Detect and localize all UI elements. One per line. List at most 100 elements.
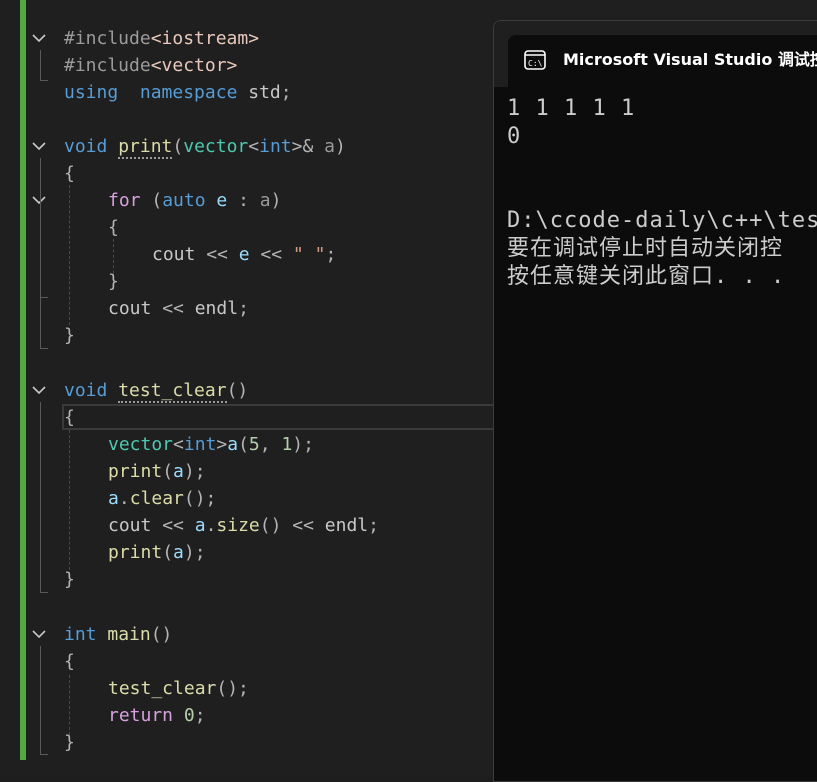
fold-chevron-icon[interactable]: [32, 377, 48, 404]
code-token: :: [227, 190, 260, 211]
code-token: () <<: [259, 515, 325, 536]
code-token: test_clear: [118, 380, 227, 403]
code-token: ;: [368, 515, 379, 536]
code-line-return[interactable]: return 0;: [108, 702, 206, 729]
code-token: <<: [151, 515, 195, 536]
indent-guide: [69, 185, 70, 325]
fold-guide: [40, 50, 41, 80]
change-indicator-bar: [20, 0, 26, 760]
fold-chevron-icon[interactable]: [32, 133, 48, 160]
code-token: vector: [108, 434, 174, 455]
code-line-test-close[interactable]: }: [64, 566, 75, 593]
code-token: {: [64, 163, 75, 184]
code-token: test_clear: [108, 678, 217, 699]
code-token: size: [216, 515, 260, 536]
code-line-print-a2[interactable]: print(a);: [108, 539, 206, 566]
code-token: #include: [64, 55, 151, 76]
code-token: (: [238, 434, 249, 455]
code-line-inc1[interactable]: #include<iostream>: [64, 25, 259, 52]
indent-guide: [69, 430, 70, 570]
console-titlebar[interactable]: C:\ Microsoft Visual Studio 调试控: [494, 21, 817, 87]
code-line-main-sig[interactable]: int main(): [64, 621, 172, 648]
code-line-print-a1[interactable]: print(a);: [108, 458, 206, 485]
code-token: <: [173, 434, 184, 455]
code-line-cout-size[interactable]: cout << a.size() << endl;: [108, 512, 379, 539]
code-line-main-open[interactable]: {: [64, 648, 75, 675]
code-line-call-test[interactable]: test_clear();: [108, 675, 249, 702]
code-token: ): [335, 136, 346, 157]
console-icon: C:\: [524, 50, 546, 70]
console-output-line: 按任意键关闭此窗口. . .: [507, 264, 786, 289]
code-line-for[interactable]: for (auto e : a): [108, 187, 281, 214]
code-token: .: [118, 488, 130, 509]
code-token: ): [270, 190, 282, 211]
code-token: endl: [194, 298, 239, 319]
code-token: ;: [194, 705, 206, 726]
code-line-a-clear[interactable]: a.clear();: [108, 485, 216, 512]
code-token: .: [205, 515, 217, 536]
code-token: (: [162, 542, 174, 563]
code-line-vec-decl[interactable]: vector<int>a(5, 1);: [108, 431, 314, 458]
code-line-print-close[interactable]: }: [64, 322, 75, 349]
console-output-line: 0: [507, 124, 522, 149]
current-line-highlight: [62, 404, 496, 430]
code-token: {: [64, 407, 75, 428]
code-token: <vector>: [150, 55, 238, 76]
fold-chevron-icon[interactable]: [32, 25, 48, 52]
code-token: int: [183, 434, 217, 455]
code-token: (): [150, 624, 173, 645]
code-line-cout-endl[interactable]: cout << endl;: [108, 295, 249, 322]
code-token: <<: [151, 298, 195, 319]
debug-console-window[interactable]: C:\ Microsoft Visual Studio 调试控 1 1 1 1 …: [493, 20, 817, 782]
code-token: <iostream>: [150, 28, 260, 49]
code-token: std: [237, 82, 281, 103]
code-token: }: [64, 569, 75, 590]
code-token: cout: [108, 298, 152, 319]
code-line-using[interactable]: using namespace std;: [64, 79, 292, 106]
code-token: <: [248, 136, 260, 157]
code-token: ;: [325, 244, 337, 265]
code-token: 0: [173, 705, 195, 726]
code-token: >&: [291, 136, 314, 157]
code-line-print-sig[interactable]: void print(vector<int>& a): [64, 133, 346, 160]
code-token: a: [227, 434, 239, 455]
console-tab[interactable]: C:\ Microsoft Visual Studio 调试控: [508, 35, 817, 87]
code-token: a: [108, 488, 119, 509]
code-token: ,: [259, 434, 282, 455]
code-token: using: [64, 82, 119, 103]
code-token: return: [108, 705, 174, 726]
code-line-main-close[interactable]: }: [64, 729, 75, 756]
code-token: main: [107, 624, 151, 645]
code-token: <<: [195, 244, 239, 265]
code-line-test-sig[interactable]: void test_clear(): [64, 377, 248, 404]
code-line-for-close[interactable]: }: [108, 268, 119, 295]
code-line-inc2[interactable]: #include<vector>: [64, 52, 237, 79]
code-token: );: [183, 461, 206, 482]
code-token: endl: [324, 515, 369, 536]
fold-chevron-icon[interactable]: [32, 621, 48, 648]
code-token: print: [118, 136, 173, 159]
fold-guide: [40, 212, 41, 298]
code-token: cout: [108, 515, 152, 536]
fold-guide: [40, 297, 48, 298]
code-token: int: [259, 136, 292, 157]
fold-guide: [40, 646, 41, 754]
code-token: );: [292, 434, 314, 455]
code-token: ();: [183, 488, 217, 509]
code-line-test-open[interactable]: {: [64, 404, 75, 431]
code-line-print-open[interactable]: {: [64, 160, 75, 187]
code-token: void: [64, 380, 108, 401]
code-token: a: [194, 515, 206, 536]
code-token: a: [259, 190, 271, 211]
code-line-cout-e[interactable]: cout << e << " ";: [152, 241, 336, 268]
code-token: print: [108, 461, 163, 482]
code-token: (: [162, 461, 174, 482]
fold-guide: [40, 592, 48, 593]
code-token: namespace: [139, 82, 238, 103]
code-token: e: [205, 190, 228, 211]
fold-guide: [40, 754, 48, 755]
svg-text:C:\: C:\: [528, 59, 543, 68]
code-line-for-open[interactable]: {: [108, 214, 119, 241]
